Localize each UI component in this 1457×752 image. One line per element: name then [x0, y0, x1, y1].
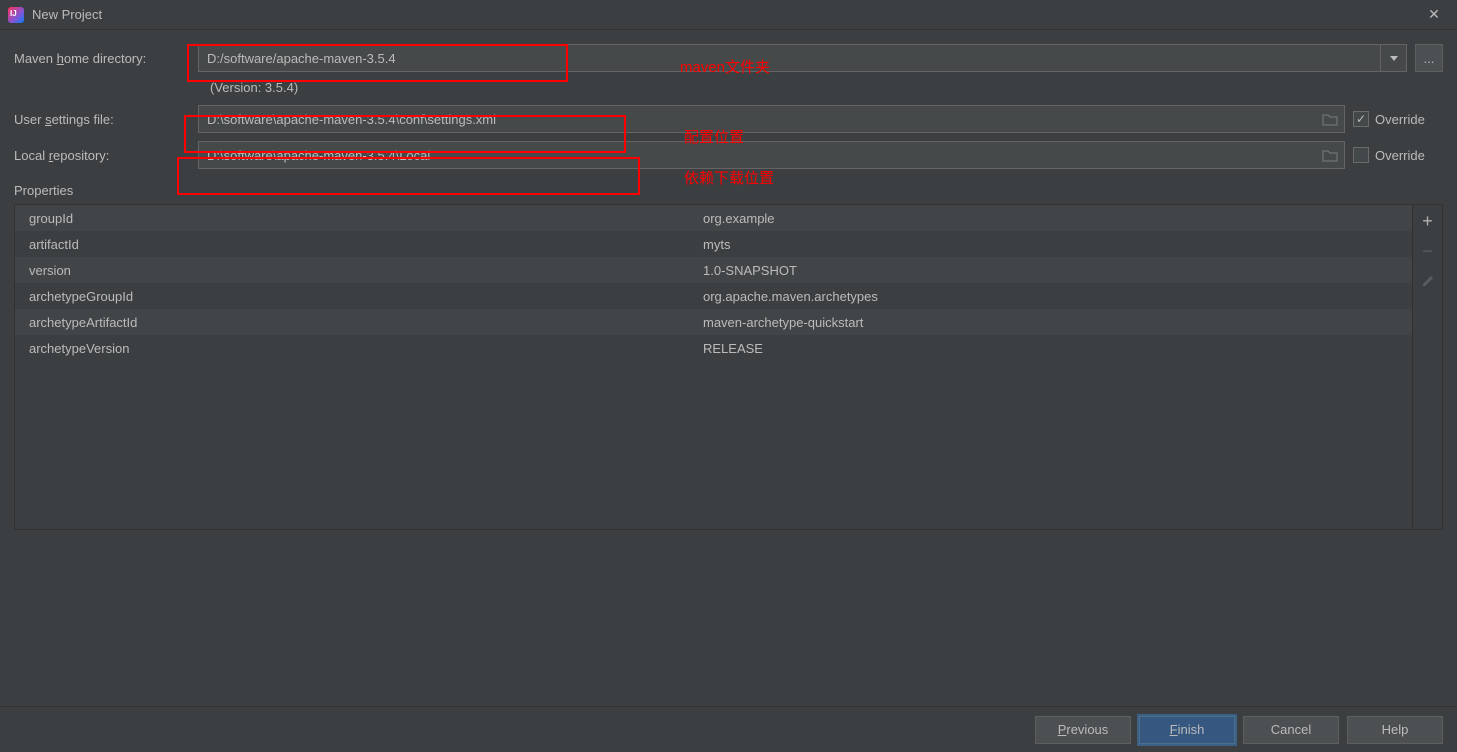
override-label: Override [1375, 112, 1425, 127]
maven-home-label: Maven home directory: [14, 51, 198, 66]
chevron-down-icon [1390, 56, 1398, 61]
table-row[interactable]: archetypeVersion RELEASE [15, 335, 1412, 361]
table-row[interactable]: artifactId myts [15, 231, 1412, 257]
pencil-icon [1421, 274, 1435, 288]
maven-home-combo[interactable]: D:/software/apache-maven-3.5.4 [198, 44, 1381, 72]
properties-toolbar: + − [1412, 205, 1442, 529]
remove-property-button[interactable]: − [1414, 237, 1442, 265]
user-settings-field[interactable]: D:\software\apache-maven-3.5.4\conf\sett… [198, 105, 1345, 133]
table-row[interactable]: archetypeArtifactId maven-archetype-quic… [15, 309, 1412, 335]
titlebar: New Project ✕ [0, 0, 1457, 30]
override-label: Override [1375, 148, 1425, 163]
cancel-button[interactable]: Cancel [1243, 716, 1339, 744]
local-repo-field[interactable]: D:\software\apache-maven-3.5.4\Local [198, 141, 1345, 169]
footer: Previous Finish Cancel Help [0, 706, 1457, 752]
app-icon [8, 7, 24, 23]
table-row[interactable]: version 1.0-SNAPSHOT [15, 257, 1412, 283]
properties-table: groupId org.example artifactId myts vers… [14, 204, 1443, 530]
local-repo-value: D:\software\apache-maven-3.5.4\Local [207, 148, 430, 163]
folder-icon[interactable] [1322, 148, 1338, 162]
help-button[interactable]: Help [1347, 716, 1443, 744]
edit-property-button[interactable] [1414, 267, 1442, 295]
browse-button[interactable]: ... [1415, 44, 1443, 72]
folder-icon[interactable] [1322, 112, 1338, 126]
user-settings-override[interactable]: Override [1353, 111, 1443, 127]
maven-home-value: D:/software/apache-maven-3.5.4 [207, 51, 396, 66]
user-settings-value: D:\software\apache-maven-3.5.4\conf\sett… [207, 112, 496, 127]
previous-button[interactable]: Previous [1035, 716, 1131, 744]
local-repo-override[interactable]: Override [1353, 147, 1443, 163]
maven-version: (Version: 3.5.4) [198, 80, 1443, 95]
checkbox-checked-icon [1353, 111, 1369, 127]
maven-home-row: Maven home directory: D:/software/apache… [14, 44, 1443, 72]
table-row[interactable]: groupId org.example [15, 205, 1412, 231]
user-settings-row: User settings file: D:\software\apache-m… [14, 105, 1443, 133]
local-repo-label: Local repository: [14, 148, 198, 163]
table-row[interactable]: archetypeGroupId org.apache.maven.archet… [15, 283, 1412, 309]
window-title: New Project [32, 7, 1419, 22]
close-button[interactable]: ✕ [1419, 6, 1449, 23]
local-repo-row: Local repository: D:\software\apache-mav… [14, 141, 1443, 169]
add-property-button[interactable]: + [1414, 207, 1442, 235]
maven-home-dropdown[interactable] [1381, 44, 1407, 72]
checkbox-unchecked-icon [1353, 147, 1369, 163]
user-settings-label: User settings file: [14, 112, 198, 127]
properties-label: Properties [14, 183, 1443, 198]
finish-button[interactable]: Finish [1139, 716, 1235, 744]
